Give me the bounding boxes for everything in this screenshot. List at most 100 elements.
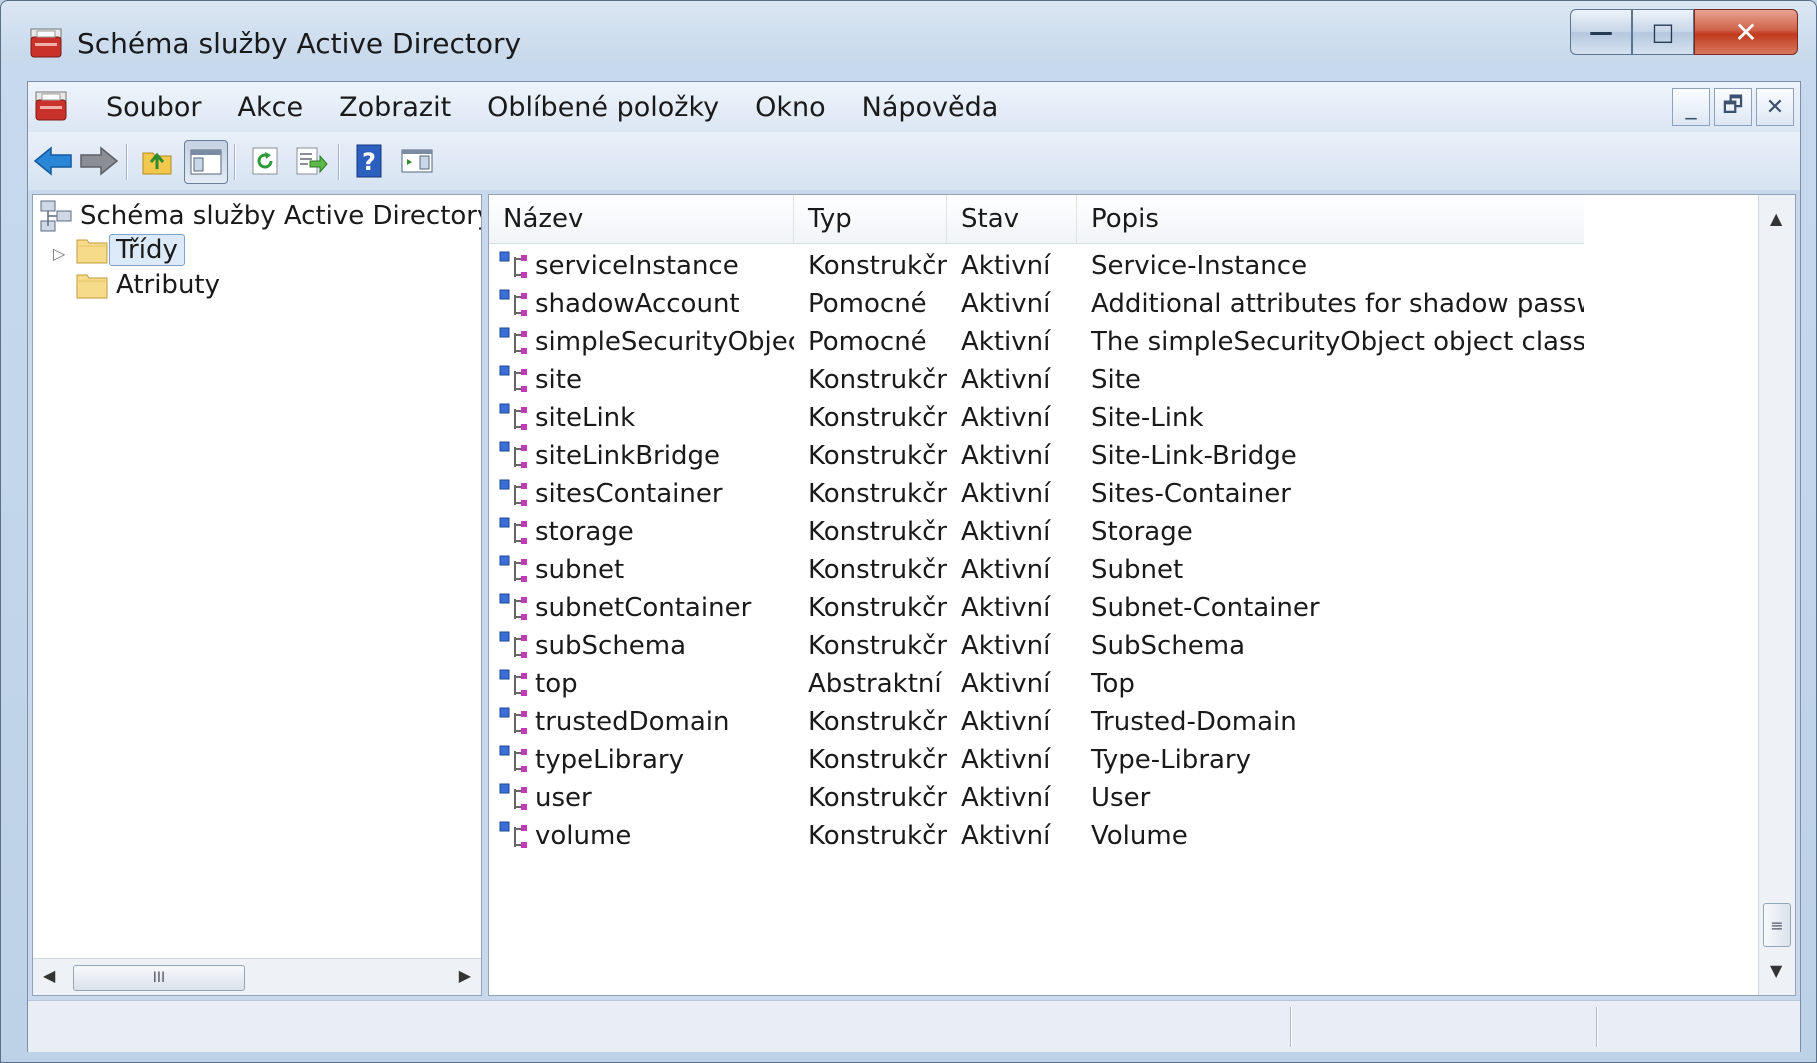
- menu-oblibene-polozky[interactable]: Oblíbené položky: [469, 92, 737, 123]
- class-name: siteLinkBridge: [535, 441, 720, 471]
- menu-items: Soubor Akce Zobrazit Oblíbené položky Ok…: [88, 82, 1016, 132]
- schema-class-icon: [499, 365, 527, 392]
- table-row[interactable]: storage Konstrukční Aktivní Storage: [489, 513, 1584, 551]
- class-name: simpleSecurityObject: [535, 327, 794, 357]
- cell-name: top: [489, 669, 794, 699]
- schema-class-icon: [499, 289, 527, 316]
- expand-triangle-icon[interactable]: ▷: [53, 244, 65, 263]
- table-row[interactable]: shadowAccount Pomocné Aktivní Additional at…: [489, 285, 1584, 323]
- schema-class-icon: [499, 821, 527, 848]
- table-row[interactable]: subnetContainer Konstrukční Aktivní Subnet-…: [489, 589, 1584, 627]
- cell-name: subnetContainer: [489, 593, 794, 623]
- table-row[interactable]: subnet Konstrukční Aktivní Subnet: [489, 551, 1584, 589]
- tree-item-tridy[interactable]: Třídy: [75, 234, 185, 266]
- cell-description: User: [1091, 783, 1151, 813]
- back-button[interactable]: [32, 140, 74, 182]
- cell-type: Konstrukční: [808, 365, 947, 395]
- console-tree-icon: [190, 149, 222, 175]
- class-name: subnet: [535, 555, 625, 585]
- column-header-nazev[interactable]: Název: [489, 195, 794, 243]
- show-hide-console-tree-button[interactable]: [184, 140, 228, 184]
- cell-name: trustedDomain: [489, 707, 794, 737]
- schema-app-icon: [30, 28, 62, 58]
- cell-description: Additional attributes for shadow passwor…: [1091, 289, 1584, 319]
- cell-state: Aktivní: [961, 707, 1051, 737]
- tree-horizontal-scrollbar[interactable]: ◀ III ▶: [33, 958, 481, 995]
- tree-root[interactable]: Schéma služby Active Directory: [39, 199, 481, 233]
- cell-type: Pomocné: [808, 289, 927, 319]
- show-hide-action-pane-button[interactable]: [396, 140, 438, 182]
- list-vertical-scrollbar[interactable]: ▲ ≡ ▼: [1758, 195, 1795, 995]
- class-name: serviceInstance: [535, 251, 739, 281]
- help-button[interactable]: ?: [348, 140, 390, 182]
- table-row[interactable]: typeLibrary Konstrukční Aktivní Type-Librar…: [489, 741, 1584, 779]
- table-row[interactable]: siteLinkBridge Konstrukční Aktivní Site-Lin…: [489, 437, 1584, 475]
- menu-zobrazit[interactable]: Zobrazit: [321, 92, 469, 123]
- toolbar: ?: [28, 132, 1800, 191]
- column-header-popis[interactable]: Popis: [1077, 195, 1584, 243]
- scroll-left-arrow-icon[interactable]: ◀: [43, 966, 55, 985]
- scroll-right-arrow-icon[interactable]: ▶: [459, 966, 471, 985]
- cell-state: Aktivní: [961, 593, 1051, 623]
- cell-type: Konstrukční: [808, 251, 947, 281]
- menu-soubor[interactable]: Soubor: [88, 92, 220, 123]
- column-header-typ[interactable]: Typ: [794, 195, 947, 243]
- cell-name: user: [489, 783, 794, 813]
- cell-type: Konstrukční: [808, 821, 947, 851]
- toolbar-separator: [126, 144, 128, 180]
- cell-type: Konstrukční: [808, 517, 947, 547]
- table-row[interactable]: serviceInstance Konstrukční Aktivní Service…: [489, 247, 1584, 285]
- forward-button[interactable]: [78, 140, 120, 182]
- refresh-button[interactable]: [244, 140, 286, 182]
- tree-item-atributy[interactable]: Atributy: [75, 270, 227, 300]
- scroll-down-arrow-icon[interactable]: ▼: [1770, 961, 1782, 980]
- column-header-stav[interactable]: Stav: [947, 195, 1077, 243]
- table-row[interactable]: trustedDomain Konstrukční Aktivní Trusted-D…: [489, 703, 1584, 741]
- cell-name: shadowAccount: [489, 289, 794, 319]
- tree-item-label: Atributy: [116, 270, 220, 300]
- table-row[interactable]: volume Konstrukční Aktivní Volume: [489, 817, 1584, 855]
- forward-arrow-icon: [80, 146, 119, 176]
- cell-type: Abstraktní: [808, 669, 942, 699]
- cell-type: Konstrukční: [808, 555, 947, 585]
- mdi-minimize-button[interactable]: _: [1672, 88, 1710, 126]
- class-name: typeLibrary: [535, 745, 684, 775]
- table-row[interactable]: sitesContainer Konstrukční Aktivní Sites-Co…: [489, 475, 1584, 513]
- table-row[interactable]: top Abstraktní Aktivní Top: [489, 665, 1584, 703]
- toolbar-separator: [338, 144, 340, 180]
- tree-item-label: Třídy: [109, 234, 185, 266]
- toolbar-separator: [234, 144, 236, 180]
- title-bar[interactable]: Schéma služby Active Directory — □ ✕: [1, 1, 1816, 81]
- mdi-close-button[interactable]: ✕: [1756, 88, 1794, 126]
- up-one-level-button[interactable]: [136, 140, 178, 182]
- schema-class-icon: [499, 669, 527, 696]
- close-button[interactable]: ✕: [1694, 9, 1798, 55]
- cell-description: Type-Library: [1091, 745, 1252, 775]
- main-area: Schéma služby Active Directory ▷ Třídy A: [28, 190, 1800, 1000]
- table-row[interactable]: subSchema Konstrukční Aktivní SubSchema: [489, 627, 1584, 665]
- table-row[interactable]: site Konstrukční Aktivní Site: [489, 361, 1584, 399]
- list-rows: serviceInstance Konstrukční Aktivní Service…: [489, 247, 1584, 855]
- maximize-button[interactable]: □: [1632, 9, 1694, 55]
- folder-icon: [76, 239, 108, 264]
- mdi-restore-button[interactable]: 🗗: [1714, 88, 1752, 126]
- table-row[interactable]: simpleSecurityObject Pomocné Aktivní The si…: [489, 323, 1584, 361]
- scrollbar-thumb[interactable]: ≡: [1763, 903, 1791, 947]
- minimize-button[interactable]: —: [1570, 9, 1632, 55]
- export-list-button[interactable]: [290, 140, 332, 182]
- table-row[interactable]: user Konstrukční Aktivní User: [489, 779, 1584, 817]
- scrollbar-thumb[interactable]: III: [73, 965, 245, 991]
- menu-okno[interactable]: Okno: [737, 92, 844, 123]
- menu-akce[interactable]: Akce: [220, 92, 322, 123]
- window-title: Schéma služby Active Directory: [77, 27, 522, 60]
- scroll-up-arrow-icon[interactable]: ▲: [1770, 209, 1782, 228]
- class-name: storage: [535, 517, 634, 547]
- console-icon[interactable]: [34, 90, 68, 122]
- class-name: siteLink: [535, 403, 636, 433]
- menu-napoveda[interactable]: Nápověda: [844, 92, 1017, 123]
- table-row[interactable]: siteLink Konstrukční Aktivní Site-Link: [489, 399, 1584, 437]
- back-arrow-icon: [33, 146, 72, 176]
- cell-name: volume: [489, 821, 794, 851]
- cell-state: Aktivní: [961, 403, 1051, 433]
- cell-description: Service-Instance: [1091, 251, 1308, 281]
